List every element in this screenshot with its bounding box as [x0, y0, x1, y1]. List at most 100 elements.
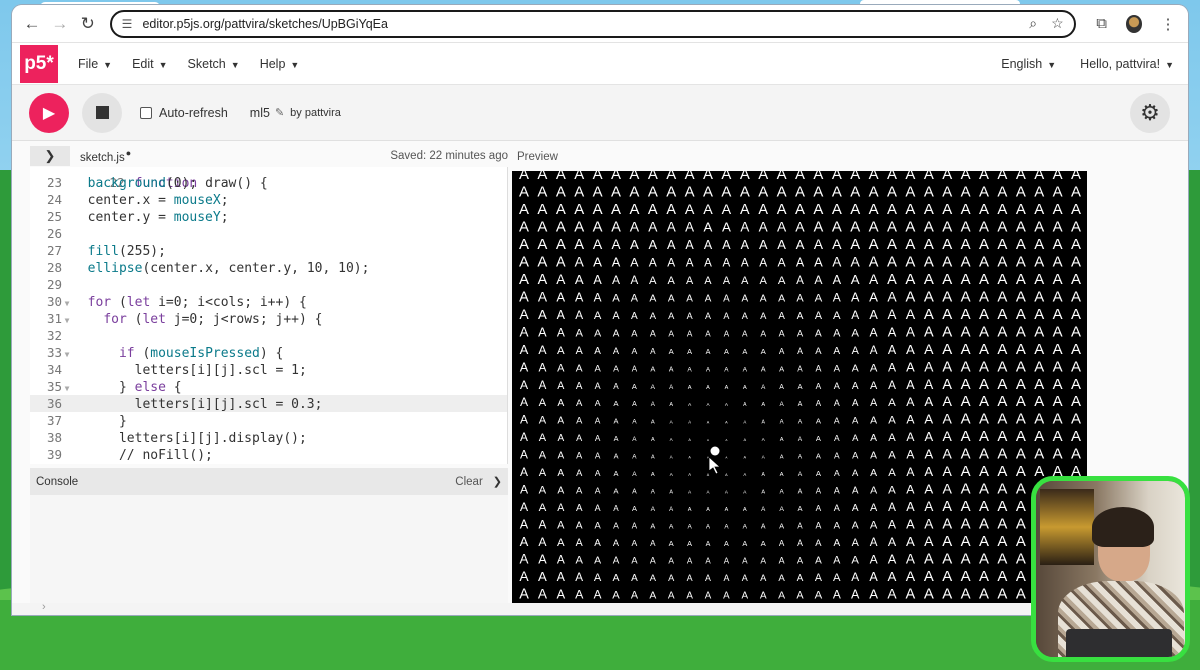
menu-sketch[interactable]: Sketch ▼ — [188, 57, 240, 71]
canvas-glyph: A — [1034, 236, 1044, 253]
reload-icon[interactable]: ↻ — [76, 11, 100, 37]
account-menu[interactable]: Hello, pattvira! ▼ — [1080, 57, 1174, 71]
canvas-glyph: A — [743, 524, 748, 531]
canvas-glyph: A — [870, 537, 878, 549]
canvas-glyph: A — [942, 341, 952, 358]
code-line[interactable]: 36 letters[i][j].scl = 0.3; — [30, 395, 507, 412]
canvas-glyph: A — [905, 236, 915, 253]
canvas-glyph: A — [631, 573, 638, 584]
canvas-glyph: A — [723, 591, 730, 602]
canvas-glyph: A — [961, 411, 971, 428]
code-text: letters[i][j].scl = 0.3; — [72, 397, 323, 412]
code-line[interactable]: 39 // noFill(); — [30, 446, 507, 463]
sidebar-toggle-button[interactable]: ❯ — [30, 146, 70, 166]
canvas-glyph: A — [685, 219, 694, 234]
canvas-glyph: A — [814, 273, 823, 287]
code-line[interactable]: 37 } — [30, 412, 507, 429]
canvas-glyph: A — [630, 237, 639, 252]
url-text[interactable]: editor.p5js.org/pattvira/sketches/UpBGiY… — [142, 17, 1015, 31]
language-menu[interactable]: English ▼ — [1001, 57, 1056, 71]
canvas-glyph: A — [942, 551, 952, 568]
canvas-glyph: A — [869, 236, 879, 253]
star-icon[interactable]: ☆ — [1051, 15, 1064, 32]
canvas-glyph: A — [906, 500, 915, 514]
code-line[interactable]: 30 ▼ for (let i=0; i<cols; i++) { — [30, 293, 507, 310]
canvas-glyph: A — [924, 464, 933, 479]
canvas-glyph: A — [1016, 171, 1026, 183]
sketch-name[interactable]: ml5 — [250, 106, 270, 120]
code-line[interactable]: 23 background(0); — [30, 174, 507, 191]
code-line[interactable]: 27 fill(255); — [30, 242, 507, 259]
console-header[interactable]: Console Clear ❯ — [30, 468, 508, 495]
canvas-glyph: A — [707, 421, 710, 425]
menu-help[interactable]: Help ▼ — [260, 57, 300, 71]
file-tab[interactable]: sketch.js● — [80, 148, 131, 164]
canvas-glyph: A — [519, 271, 529, 288]
canvas-glyph: A — [742, 557, 748, 566]
canvas-glyph: A — [594, 521, 601, 531]
more-vert-icon[interactable]: ⋮ — [1156, 11, 1180, 37]
canvas-glyph: A — [815, 328, 822, 339]
forward-arrow-icon[interactable]: → — [48, 11, 72, 37]
code-line[interactable]: 38 letters[i][j].display(); — [30, 429, 507, 446]
zoom-icon[interactable]: ⌕ — [1029, 15, 1037, 32]
sketch-author[interactable]: by pattvira — [290, 107, 341, 119]
canvas-glyph: A — [869, 289, 878, 304]
canvas-glyph: A — [924, 569, 934, 585]
auto-refresh-label[interactable]: Auto-refresh — [159, 106, 228, 120]
code-line[interactable]: 29 — [30, 276, 507, 293]
code-line[interactable]: 32 — [30, 327, 507, 344]
code-line[interactable]: 31 ▼ for (let j=0; j<rows; j++) { — [30, 310, 507, 327]
canvas-glyph: A — [632, 364, 638, 373]
preview-canvas[interactable]: A A A A A A A A A A A A A A A A A A A A A A A A A A A A A A A A A A A A A A A A… — [512, 171, 1087, 603]
console-clear-button[interactable]: Clear — [455, 476, 482, 488]
code-line[interactable]: 26 — [30, 225, 507, 242]
canvas-glyph: A — [723, 257, 731, 269]
code-line[interactable]: 28 ellipse(center.x, center.y, 10, 10); — [30, 259, 507, 276]
canvas-glyph: A — [780, 437, 784, 443]
chevron-down-icon[interactable]: ❯ — [493, 475, 502, 488]
stop-button[interactable] — [82, 92, 122, 133]
canvas-glyph: A — [706, 347, 711, 356]
code-line[interactable]: 35 ▼ } else { — [30, 378, 507, 395]
code-line[interactable]: 25 center.y = mouseY; — [30, 208, 507, 225]
gear-icon: ⚙ — [1140, 100, 1160, 125]
chevron-right-icon[interactable]: › — [42, 601, 46, 613]
pencil-icon[interactable]: ✎ — [275, 106, 284, 119]
canvas-glyph: A — [797, 538, 803, 548]
canvas-glyph: A — [574, 218, 584, 235]
menu-edit[interactable]: Edit ▼ — [132, 57, 167, 71]
extensions-icon[interactable]: ⧉ — [1090, 11, 1114, 37]
canvas-glyph: A — [520, 430, 528, 444]
code-line[interactable]: 33 ▼ if (mouseIsPressed) { — [30, 344, 507, 361]
canvas-glyph: A — [650, 573, 657, 584]
menu-file[interactable]: File ▼ — [78, 57, 112, 71]
back-arrow-icon[interactable]: ← — [20, 11, 44, 37]
canvas-glyph: A — [594, 572, 602, 584]
profile-avatar[interactable] — [1125, 14, 1143, 33]
canvas-glyph: A — [997, 463, 1007, 480]
site-settings-icon[interactable]: ☰ — [122, 17, 133, 31]
code-line[interactable]: 24 center.x = mouseX; — [30, 191, 507, 208]
settings-button[interactable]: ⚙ — [1130, 93, 1170, 133]
canvas-glyph: A — [778, 591, 785, 602]
line-number: 23 — [46, 175, 62, 190]
code-line[interactable]: 34 letters[i][j].scl = 1; — [30, 361, 507, 378]
canvas-glyph: A — [611, 219, 621, 235]
canvas-glyph: A — [961, 568, 971, 585]
canvas-glyph: A — [557, 468, 564, 479]
canvas-glyph: A — [1053, 201, 1063, 218]
code-editor[interactable]: 22 function draw() { 23 background(0); 24 … — [30, 167, 508, 464]
p5-logo[interactable]: p5* — [20, 44, 58, 83]
canvas-glyph: A — [961, 393, 971, 410]
canvas-glyph: A — [761, 524, 766, 531]
address-bar[interactable]: ☰ editor.p5js.org/pattvira/sketches/UpBG… — [109, 9, 1076, 38]
canvas-glyph: A — [961, 288, 971, 305]
line-number: 37 — [46, 413, 62, 428]
canvas-glyph: A — [519, 289, 529, 305]
canvas-glyph: A — [685, 202, 695, 218]
canvas-glyph: A — [519, 201, 529, 218]
auto-refresh-checkbox[interactable] — [140, 106, 152, 119]
play-button[interactable]: ▶ — [29, 92, 69, 133]
canvas-glyph: A — [760, 275, 768, 287]
